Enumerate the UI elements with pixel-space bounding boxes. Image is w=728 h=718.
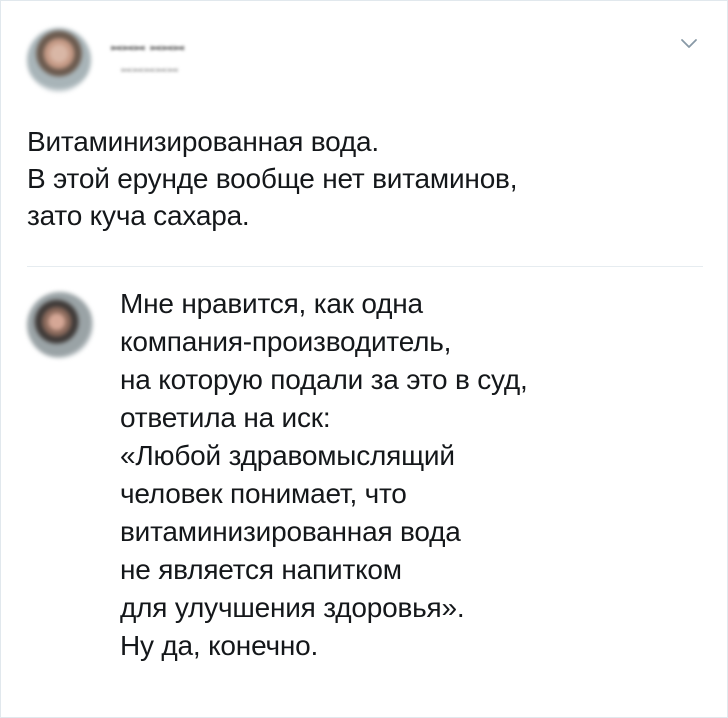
author-name-blurred[interactable]: ꟷꟷꟷ ꟷꟷꟷ bbox=[111, 39, 185, 57]
author-handle-blurred: ꟷꟷꟷꟷꟷ bbox=[121, 63, 179, 78]
reply-author-avatar[interactable] bbox=[27, 292, 93, 358]
reply-text-line: ответила на иск: bbox=[120, 402, 331, 433]
tweet-text-line: зато куча сахара. bbox=[27, 200, 250, 231]
reply-text-line: витаминизированная вода bbox=[120, 516, 461, 547]
reply-text-line: на которую подали за это в суд, bbox=[120, 364, 528, 395]
tweet-text: Витаминизированная вода. В этой ерунде в… bbox=[27, 123, 707, 234]
reply-text-line: «Любой здравомыслящий bbox=[120, 440, 455, 471]
reply-text-line: не является напитком bbox=[120, 554, 402, 585]
divider bbox=[27, 266, 703, 267]
tweet-card: ꟷꟷꟷ ꟷꟷꟷ ꟷꟷꟷꟷꟷ Витаминизированная вода. В… bbox=[0, 0, 728, 718]
reply-text: Мне нравится, как одна компания-производ… bbox=[120, 285, 720, 665]
tweet-text-line: Витаминизированная вода. bbox=[27, 126, 379, 157]
reply-text-line: для улучшения здоровья». bbox=[120, 592, 465, 623]
reply-text-line: компания-производитель, bbox=[120, 326, 452, 357]
author-avatar[interactable] bbox=[27, 28, 91, 92]
chevron-down-icon[interactable] bbox=[680, 37, 698, 51]
reply-text-line: человек понимает, что bbox=[120, 478, 407, 509]
tweet-text-line: В этой ерунде вообще нет витаминов, bbox=[27, 163, 518, 194]
reply-text-line: Мне нравится, как одна bbox=[120, 288, 423, 319]
reply-text-line: Ну да, конечно. bbox=[120, 630, 319, 661]
